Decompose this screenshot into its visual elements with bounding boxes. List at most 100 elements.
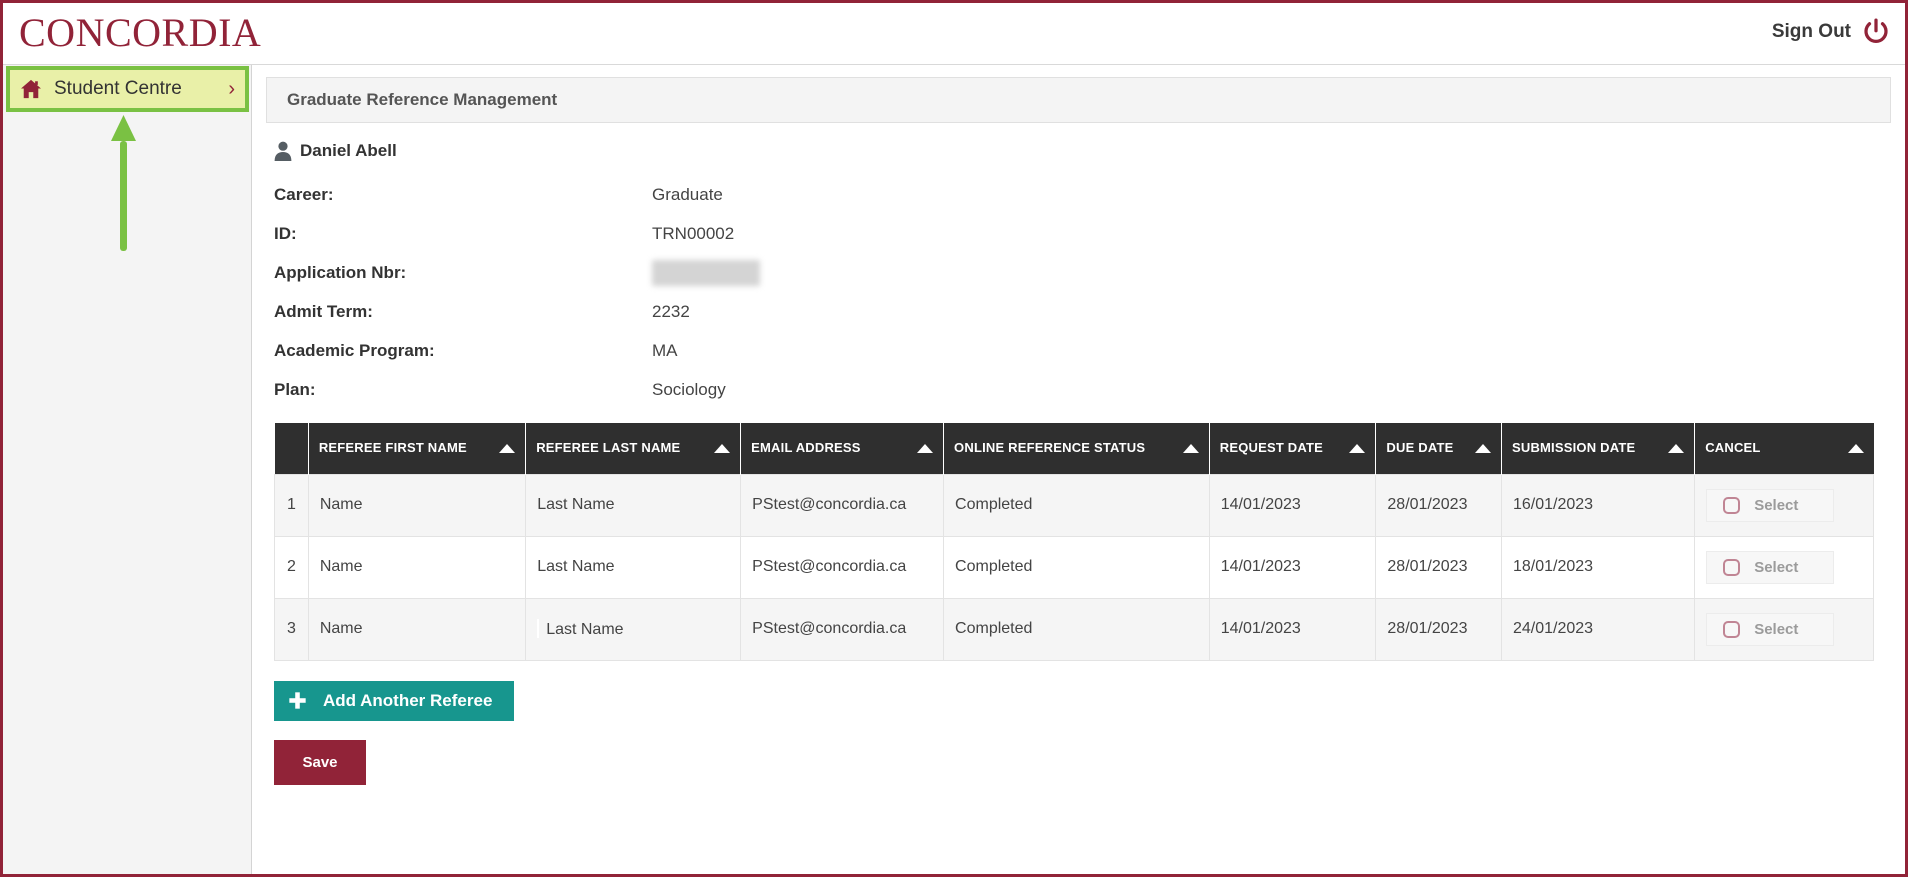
sidebar: Student Centre › [3,65,252,874]
table-row: 2 Name Last Name PStest@concordia.ca Com… [274,535,1874,599]
field-value: MA [652,340,678,360]
add-another-referee-label: Add Another Referee [323,690,493,710]
cell-due-date: 28/01/2023 [1375,597,1502,661]
column-header-cancel[interactable]: CANCEL [1694,423,1874,474]
column-header-submission-date[interactable]: SUBMISSION DATE [1501,423,1696,474]
cell-cancel: Select [1694,597,1874,661]
column-header-label: REFEREE LAST NAME [536,440,681,456]
sort-ascending-icon[interactable] [499,443,516,453]
referees-table: REFEREE FIRST NAME REFEREE LAST NAME EMA… [274,423,1874,661]
table-body: 1 Name Last Name PStest@concordia.ca Com… [274,473,1874,661]
table-row: 3 Name Last Name PStest@concordia.ca Com… [274,597,1874,661]
column-header-email-address[interactable]: EMAIL ADDRESS [740,423,945,474]
sort-ascending-icon[interactable] [714,443,731,453]
save-button[interactable]: Save [274,739,366,785]
cell-referee-last-name[interactable]: Last Name [525,597,742,661]
cell-submission-date: 16/01/2023 [1500,473,1696,537]
cell-email-address[interactable]: PStest@concordia.ca [740,597,945,661]
row-number: 1 [274,473,309,537]
column-header-referee-first-name[interactable]: REFEREE FIRST NAME [308,423,527,474]
cell-referee-last-name[interactable]: Last Name [525,535,742,599]
column-header-online-reference-status[interactable]: ONLINE REFERENCE STATUS [943,423,1210,474]
row-number: 2 [274,535,309,599]
column-header-request-date[interactable]: REQUEST DATE [1209,423,1377,474]
referees-table-wrapper: REFEREE FIRST NAME REFEREE LAST NAME EMA… [274,423,1874,661]
cancel-select-button[interactable]: Select [1706,550,1835,584]
student-identity: Daniel Abell [274,141,1891,161]
sidebar-item-student-centre[interactable]: Student Centre › [10,70,245,108]
annotation-up-arrow [111,115,136,251]
column-header-label: EMAIL ADDRESS [751,440,861,456]
checkbox-icon[interactable] [1723,496,1741,514]
checkbox-icon[interactable] [1723,620,1741,638]
cell-due-date: 28/01/2023 [1375,473,1502,537]
sort-ascending-icon[interactable] [1847,443,1864,453]
text-caret [537,619,540,638]
cell-cancel: Select [1694,473,1874,537]
field-row-plan: Plan: Sociology [266,370,1891,409]
column-header-referee-last-name[interactable]: REFEREE LAST NAME [525,423,742,474]
add-another-referee-button[interactable]: Add Another Referee [274,680,515,721]
field-value: TRN00002 [652,223,735,243]
field-value: 2232 [652,301,690,321]
cell-due-date: 28/01/2023 [1375,535,1502,599]
column-header-label: SUBMISSION DATE [1511,440,1636,456]
cell-referee-first-name[interactable]: Name [307,473,527,537]
field-label: Application Nbr: [274,262,407,282]
cancel-select-button[interactable]: Select [1706,612,1835,646]
cell-referee-last-name[interactable]: Last Name [525,473,742,537]
cancel-select-button[interactable]: Select [1706,488,1835,522]
field-row-career: Career: Graduate [266,175,1891,214]
cancel-select-label: Select [1754,496,1799,514]
cell-cancel: Select [1694,535,1874,599]
field-row-admit-term: Admit Term: 2232 [266,292,1891,331]
field-label: Career: [274,184,334,204]
field-label: Academic Program: [274,340,435,360]
table-header-row: REFEREE FIRST NAME REFEREE LAST NAME EMA… [274,423,1874,474]
cell-referee-first-name[interactable]: Name [307,535,527,599]
column-header-label: DUE DATE [1386,440,1454,456]
column-header-rownum [274,423,309,474]
page-frame: CONCORDIA Sign Out Student Centre › Grad… [0,0,1908,877]
cell-request-date: 14/01/2023 [1208,597,1377,661]
chevron-right-icon: › [228,77,235,100]
field-row-id: ID: TRN00002 [266,214,1891,253]
cell-email-address[interactable]: PStest@concordia.ca [740,473,945,537]
person-icon [274,141,292,161]
panel-header: Graduate Reference Management [266,77,1891,123]
cell-submission-date: 18/01/2023 [1500,535,1696,599]
cancel-select-label: Select [1754,558,1799,576]
home-icon [20,79,42,99]
column-header-label: CANCEL [1705,440,1761,456]
sort-ascending-icon[interactable] [1474,443,1491,453]
action-buttons: Add Another Referee Save [266,661,1891,785]
column-header-label: ONLINE REFERENCE STATUS [954,440,1146,456]
checkbox-icon[interactable] [1723,558,1741,576]
cell-request-date: 14/01/2023 [1208,473,1377,537]
student-name: Daniel Abell [300,141,397,160]
field-value: Sociology [652,379,726,399]
column-header-due-date[interactable]: DUE DATE [1375,423,1502,474]
cell-submission-date: 24/01/2023 [1500,597,1696,661]
concordia-logo: CONCORDIA [19,10,262,55]
redaction-block [652,259,760,286]
cancel-select-label: Select [1754,620,1799,638]
sort-ascending-icon[interactable] [1349,443,1366,453]
sidebar-item-label: Student Centre [54,78,182,99]
sort-ascending-icon[interactable] [1668,443,1685,453]
power-icon[interactable] [1861,17,1891,47]
plus-icon [288,691,307,710]
column-header-label: REFEREE FIRST NAME [318,440,467,456]
cell-referee-first-name[interactable]: Name [307,597,527,661]
field-value-redacted [652,259,760,286]
column-header-label: REQUEST DATE [1219,440,1324,456]
field-label: Plan: [274,379,316,399]
row-number: 3 [274,597,309,661]
table-row: 1 Name Last Name PStest@concordia.ca Com… [274,473,1874,537]
sort-ascending-icon[interactable] [917,443,934,453]
sign-out-button[interactable]: Sign Out [1772,17,1891,47]
sort-ascending-icon[interactable] [1182,443,1199,453]
cell-text: Last Name [546,621,624,638]
cell-email-address[interactable]: PStest@concordia.ca [740,535,945,599]
field-value: Graduate [652,184,723,204]
